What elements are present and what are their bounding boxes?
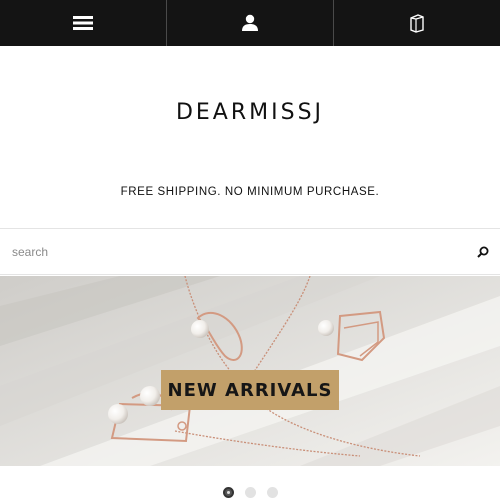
- search-icon: [477, 246, 489, 258]
- search-bar: [0, 228, 500, 275]
- account-button[interactable]: [166, 0, 333, 46]
- promo-text: FREE SHIPPING. NO MINIMUM PURCHASE.: [120, 186, 380, 198]
- carousel-dot-2[interactable]: [244, 487, 256, 498]
- menu-icon: [73, 16, 93, 30]
- carousel-dots: [0, 487, 500, 498]
- hero-banner[interactable]: NEW ARRIVALS: [0, 276, 500, 466]
- search-input[interactable]: [12, 241, 462, 263]
- search-button[interactable]: [474, 243, 492, 261]
- cart-button[interactable]: [333, 0, 500, 46]
- new-arrivals-button[interactable]: NEW ARRIVALS: [161, 370, 339, 410]
- top-nav-bar: [0, 0, 500, 46]
- carousel-dot-1[interactable]: [222, 487, 234, 498]
- user-icon: [242, 14, 258, 31]
- menu-button[interactable]: [0, 0, 166, 46]
- shopping-bag-icon: [410, 14, 424, 33]
- carousel-dot-3[interactable]: [266, 487, 278, 498]
- brand-logo[interactable]: DEARMISSJ: [0, 100, 500, 125]
